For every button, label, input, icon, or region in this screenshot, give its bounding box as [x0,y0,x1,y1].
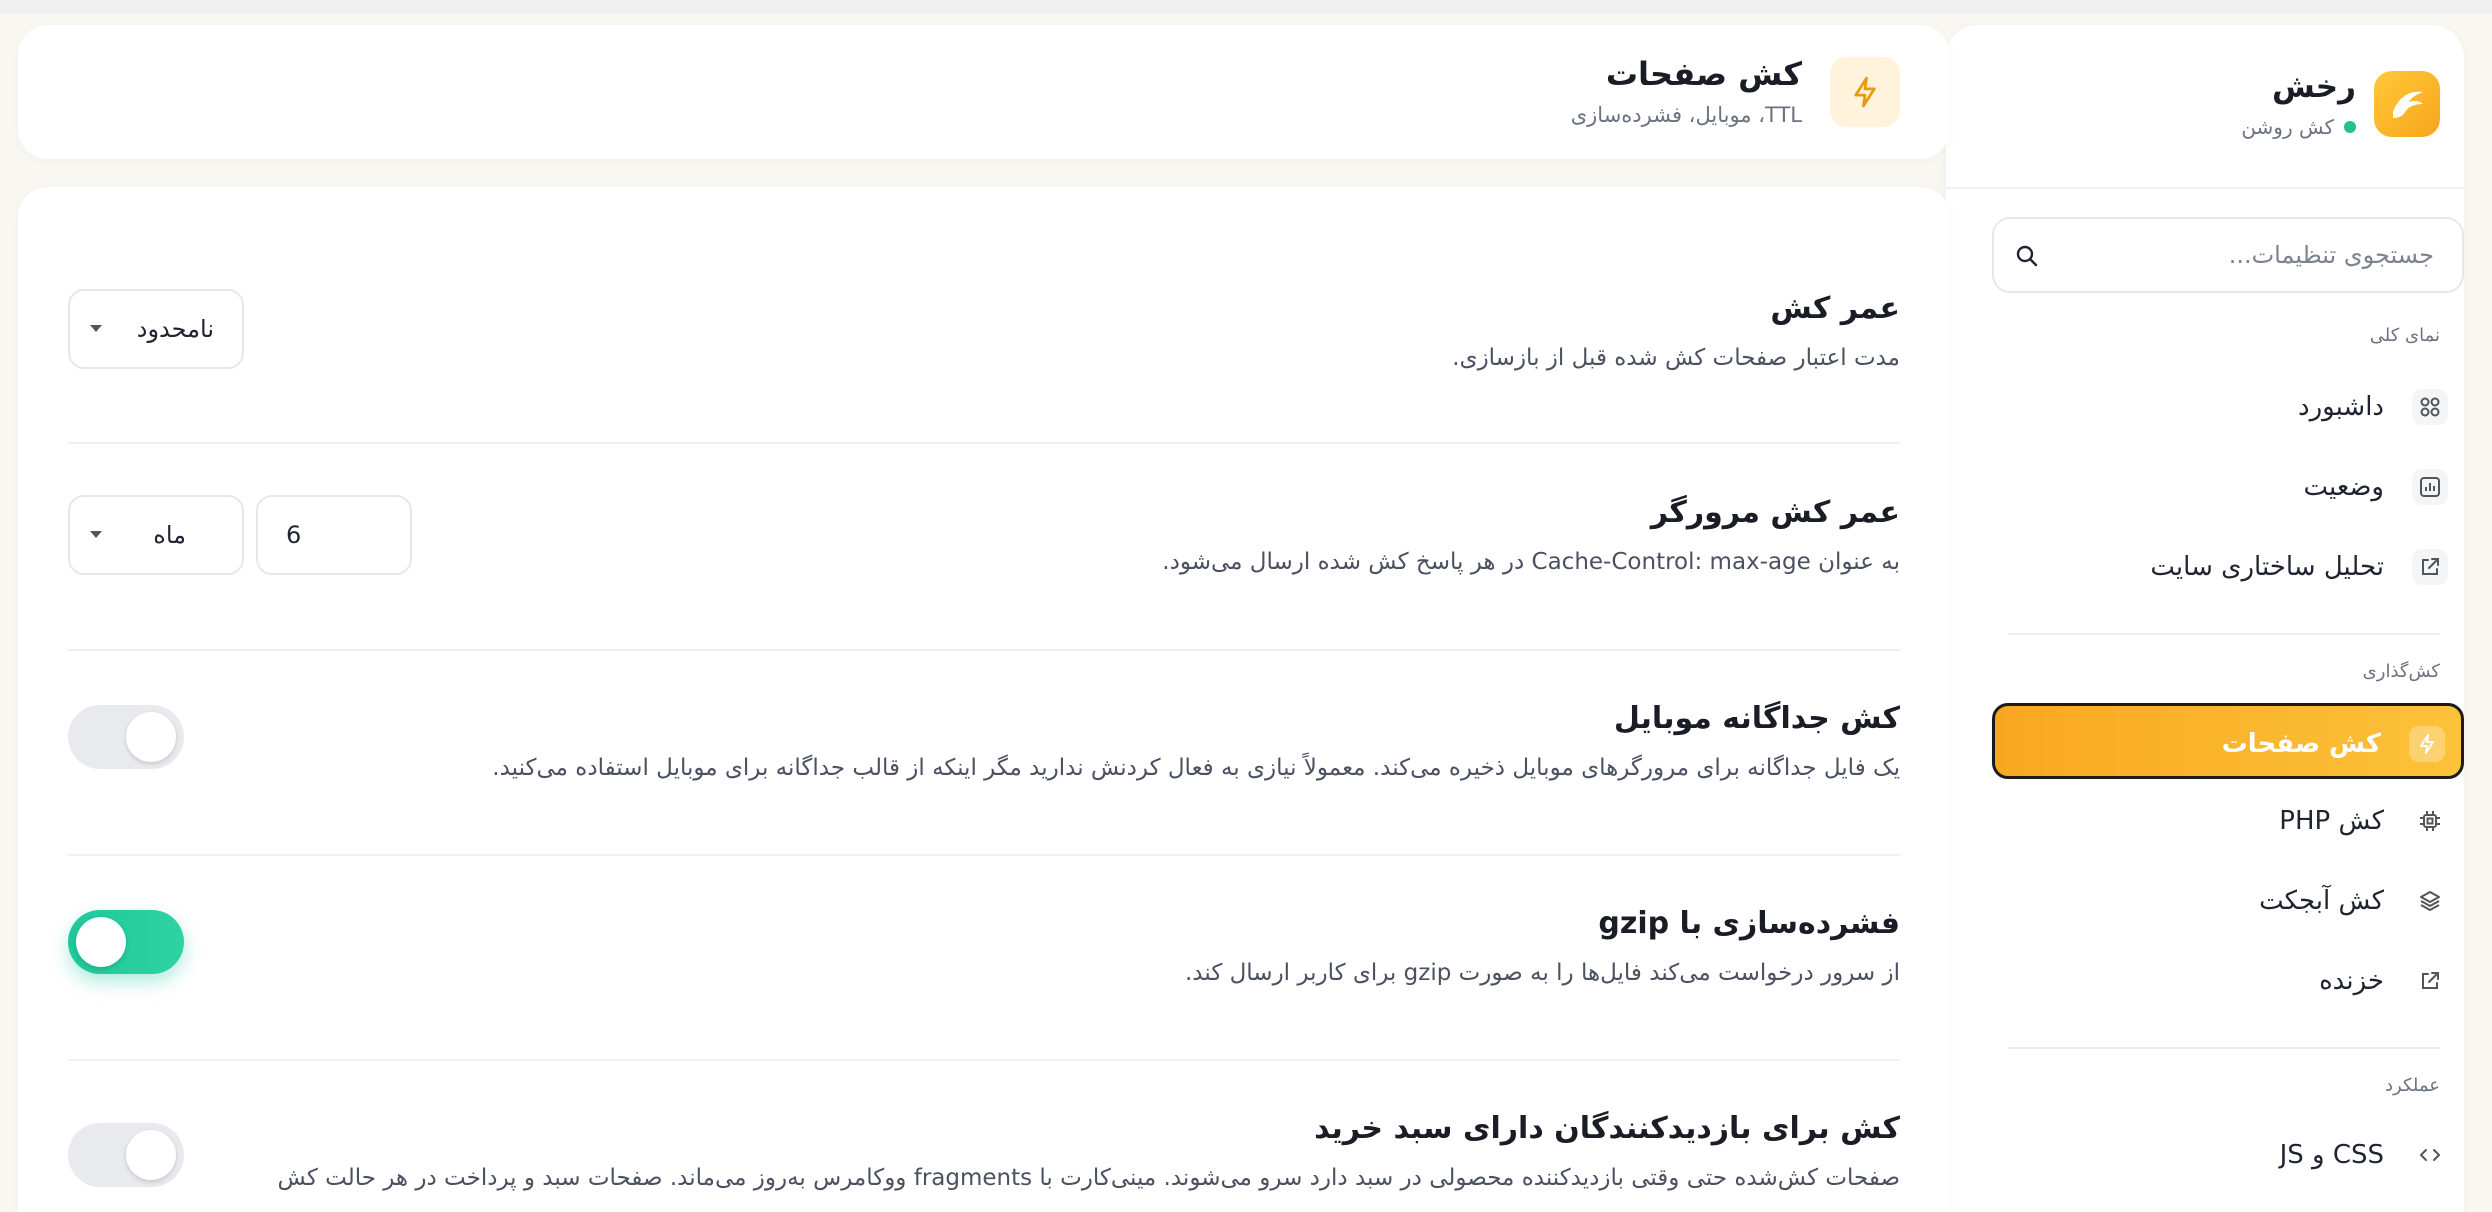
setting-cache-lifetime: عمر کش مدت اعتبار صفحات کش شده قبل از با… [68,289,1900,411]
setting-description: مدت اعتبار صفحات کش شده قبل از بازسازی. [1452,345,1900,371]
section-label-performance: عملکرد [2385,1075,2440,1096]
row-divider [68,442,1900,444]
external-link-icon [2412,963,2448,999]
sidebar-item-label: تحلیل ساختاری سایت [2150,552,2384,582]
setting-title: فشرده‌سازی با gzip [1598,906,1900,941]
section-label-overview: نمای کلی [2369,325,2440,346]
code-icon [2412,1137,2448,1173]
number-value: 6 [286,521,302,549]
setting-cart-visitors: کش برای بازدیدکنندگان دارای سبد خرید صفح… [68,1111,1900,1212]
cache-status: کش روشن [2241,115,2356,139]
chevron-down-icon [90,325,102,332]
sidebar-divider [2008,633,2440,635]
setting-description: صفحات کش‌شده حتی وقتی بازدیدکننده محصولی… [277,1165,1900,1191]
sidebar-item-dashboard[interactable]: داشبورد [1992,369,2464,445]
mobile-cache-toggle[interactable] [68,705,184,769]
page-header: کش صفحات TTL، موبایل، فشرده‌سازی [18,25,1950,159]
chart-icon [2412,469,2448,505]
sidebar-item-crawler[interactable]: خزنده [1992,943,2464,1019]
chip-icon [2412,803,2448,839]
sidebar-item-php-cache[interactable]: کش PHP [1992,783,2464,859]
setting-mobile-cache: کش جداگانه موبایل یک فایل جداگانه برای م… [68,701,1900,821]
brand-block: رخش کش روشن [1946,25,2464,189]
setting-title: عمر کش مرورگر [1650,495,1900,530]
section-label-caching: کش‌گذاری [2362,661,2440,682]
sidebar-item-label: کش PHP [2279,806,2384,836]
sidebar-item-status[interactable]: وضعیت [1992,449,2464,525]
sidebar-item-page-cache[interactable]: کش صفحات [1992,703,2464,779]
sidebar-item-label: کش صفحات [2221,729,2381,759]
sidebar-item-label: خزنده [2319,966,2384,996]
cart-visitors-toggle[interactable] [68,1123,184,1187]
setting-title: کش برای بازدیدکنندگان دارای سبد خرید [1314,1111,1900,1146]
cache-status-label: کش روشن [2241,115,2334,139]
sidebar-item-label: کش آبجکت [2259,886,2384,916]
brand-logo-icon [2374,71,2440,137]
setting-title: عمر کش [1770,291,1900,326]
bolt-icon [2409,726,2445,762]
toggle-knob [126,1130,176,1180]
select-value: نامحدود [136,315,214,343]
sidebar-item-object-cache[interactable]: کش آبجکت [1992,863,2464,939]
sidebar-divider [2008,1047,2440,1049]
chevron-down-icon [90,531,102,538]
sidebar-item-site-analysis[interactable]: تحلیل ساختاری سایت [1992,529,2464,605]
brand-name: رخش [2271,69,2356,105]
select-value: ماه [153,521,186,549]
search-input[interactable] [2074,219,2434,291]
layers-icon [2412,883,2448,919]
row-divider [68,649,1900,651]
search-icon[interactable] [2014,243,2040,269]
setting-description: به عنوان Cache-Control: max-age در هر پا… [1162,549,1900,575]
setting-description: یک فایل جداگانه برای مرورگرهای موبایل ذخ… [492,755,1900,781]
setting-browser-cache: عمر کش مرورگر به عنوان Cache-Control: ma… [68,495,1900,615]
search-box [1992,217,2464,293]
sidebar: رخش کش روشن نمای کلی داشبورد وضعیت تحلیل… [1946,25,2464,1212]
page-title: کش صفحات [1605,55,1802,93]
row-divider [68,854,1900,856]
settings-panel: عمر کش مدت اعتبار صفحات کش شده قبل از با… [18,187,1950,1212]
browser-cache-unit-select[interactable]: ماه [68,495,244,575]
setting-gzip: فشرده‌سازی با gzip از سرور درخواست می‌کن… [68,906,1900,1026]
setting-title: کش جداگانه موبایل [1613,701,1900,736]
setting-description: از سرور درخواست می‌کند فایل‌ها را به صور… [1185,960,1900,986]
gzip-toggle[interactable] [68,910,184,974]
row-divider [68,1059,1900,1061]
page-subtitle: TTL، موبایل، فشرده‌سازی [1570,103,1802,127]
sidebar-item-label: CSS و JS [2279,1140,2384,1170]
cache-lifetime-select[interactable]: نامحدود [68,289,244,369]
external-link-icon [2412,549,2448,585]
sidebar-item-label: داشبورد [2298,392,2384,422]
status-dot-icon [2344,121,2356,133]
sidebar-item-label: وضعیت [2303,472,2384,502]
grid-icon [2412,389,2448,425]
browser-cache-number-input[interactable]: 6 [256,495,412,575]
toggle-knob [126,712,176,762]
toggle-knob [76,917,126,967]
bolt-icon [1830,57,1900,127]
sidebar-item-css-js[interactable]: CSS و JS [1992,1117,2464,1193]
